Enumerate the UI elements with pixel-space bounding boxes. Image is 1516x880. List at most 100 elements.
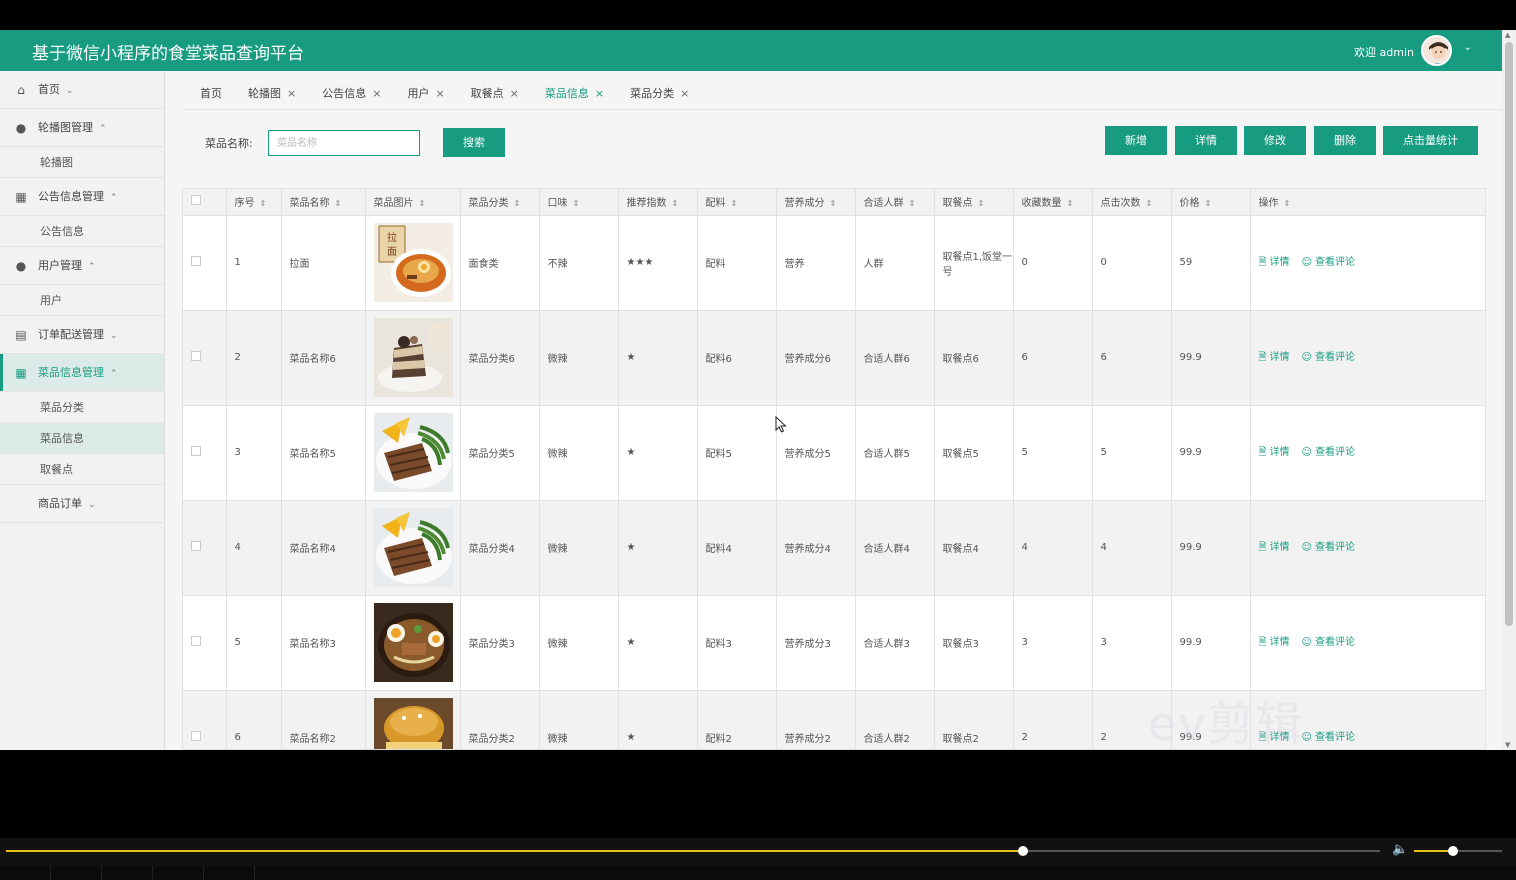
sidebar-subitem-dish-info[interactable]: 菜品信息 bbox=[0, 423, 164, 454]
row-comments-link[interactable]: ☺ 查看评论 bbox=[1302, 257, 1355, 268]
column-header[interactable]: 配料 ⇕ bbox=[697, 189, 777, 216]
dish-thumbnail[interactable] bbox=[373, 413, 460, 492]
dish-thumbnail[interactable] bbox=[373, 508, 460, 587]
delete-button[interactable]: 删除 bbox=[1314, 126, 1376, 155]
column-header[interactable]: 菜品分类 ⇕ bbox=[460, 189, 540, 216]
row-select-cell[interactable] bbox=[183, 690, 227, 749]
row-comments-link[interactable]: ☺ 查看评论 bbox=[1302, 637, 1355, 648]
table-row[interactable]: 3 菜品名称5 菜品分类5 微辣 ★ 配料5 营养成分5 合适人群5 取餐点5 5 5 99.9 🗎 详情… bbox=[183, 405, 1485, 501]
row-select-cell[interactable] bbox=[183, 310, 227, 406]
sidebar-item-delivery-mgmt[interactable]: ▤ 订单配送管理 ⌄ bbox=[0, 316, 164, 354]
tab-pickup[interactable]: 取餐点 × bbox=[453, 81, 527, 107]
row-checkbox[interactable] bbox=[191, 541, 201, 551]
close-icon[interactable]: × bbox=[595, 81, 604, 107]
dish-thumbnail[interactable]: 拉面 bbox=[373, 223, 460, 302]
sort-icon[interactable]: ⇕ bbox=[573, 199, 580, 208]
sidebar-subitem-dish-category[interactable]: 菜品分类 bbox=[0, 392, 164, 423]
sort-icon[interactable]: ⇕ bbox=[978, 199, 985, 208]
column-header[interactable]: 取餐点 ⇕ bbox=[934, 189, 1014, 216]
column-header[interactable]: 操作 ⇕ bbox=[1250, 189, 1485, 216]
table-row[interactable]: 5 菜品名称3 菜品分类3 微辣 ★ 配料3 营养成分3 合适人群3 取餐点3 3 3 99.9 🗎 详情… bbox=[183, 595, 1485, 691]
tab-dish-category[interactable]: 菜品分类 × bbox=[612, 81, 697, 107]
row-checkbox[interactable] bbox=[191, 351, 201, 361]
volume-icon[interactable]: 🔈 bbox=[1392, 842, 1408, 857]
column-header[interactable]: 收藏数量 ⇕ bbox=[1013, 189, 1093, 216]
table-row[interactable]: 4 菜品名称4 菜品分类4 微辣 ★ 配料4 营养成分4 合适人群4 取餐点4 4 4 99.9 🗎 详情… bbox=[183, 500, 1485, 596]
row-comments-link[interactable]: ☺ 查看评论 bbox=[1302, 447, 1355, 458]
sort-icon[interactable]: ⇕ bbox=[419, 199, 426, 208]
row-comments-link[interactable]: ☺ 查看评论 bbox=[1302, 542, 1355, 553]
table-row[interactable]: 2 菜品名称6 菜品分类6 微辣 ★ 配料6 营养成分6 合适人群6 取餐点6 6 6 99.9 🗎 详情… bbox=[183, 310, 1485, 406]
sidebar-subitem-notice[interactable]: 公告信息 bbox=[0, 216, 164, 247]
sort-icon[interactable]: ⇕ bbox=[260, 199, 267, 208]
row-detail-link[interactable]: 🗎 详情 bbox=[1259, 352, 1290, 363]
dish-thumbnail[interactable] bbox=[373, 603, 460, 682]
column-header[interactable]: 营养成分 ⇕ bbox=[776, 189, 856, 216]
tab-carousel[interactable]: 轮播图 × bbox=[230, 81, 304, 107]
sidebar-item-user-mgmt[interactable]: ● 用户管理 ⌃ bbox=[0, 247, 164, 285]
sort-icon[interactable]: ⇕ bbox=[1067, 199, 1074, 208]
sidebar-item-dish-mgmt[interactable]: ▦ 菜品信息管理 ⌃ bbox=[0, 354, 164, 392]
sidebar-item-notice-mgmt[interactable]: ▦ 公告信息管理 ⌃ bbox=[0, 178, 164, 216]
row-select-cell[interactable] bbox=[183, 215, 227, 311]
progress-handle[interactable] bbox=[1017, 846, 1028, 856]
scroll-up-icon[interactable]: ▲ bbox=[1505, 31, 1510, 39]
sort-icon[interactable]: ⇕ bbox=[672, 199, 679, 208]
tab-home[interactable]: 首页 bbox=[182, 81, 230, 107]
row-select-cell[interactable] bbox=[183, 405, 227, 501]
sort-icon[interactable]: ⇕ bbox=[909, 199, 916, 208]
sort-icon[interactable]: ⇕ bbox=[830, 199, 837, 208]
column-header[interactable]: 点击次数 ⇕ bbox=[1092, 189, 1172, 216]
edit-button[interactable]: 修改 bbox=[1244, 126, 1306, 155]
row-comments-link[interactable]: ☺ 查看评论 bbox=[1302, 732, 1355, 743]
column-header[interactable]: 菜品名称 ⇕ bbox=[281, 189, 366, 216]
row-detail-link[interactable]: 🗎 详情 bbox=[1259, 542, 1290, 553]
sort-icon[interactable]: ⇕ bbox=[731, 199, 738, 208]
column-header[interactable]: 菜品图片 ⇕ bbox=[365, 189, 461, 216]
sort-icon[interactable]: ⇕ bbox=[1205, 199, 1212, 208]
column-header[interactable]: 价格 ⇕ bbox=[1171, 189, 1251, 216]
progress-bar[interactable] bbox=[6, 846, 1380, 856]
close-icon[interactable]: × bbox=[510, 81, 519, 107]
click-stats-button[interactable]: 点击量统计 bbox=[1383, 126, 1478, 155]
table-row[interactable]: 1 拉面拉面面食类 不辣 ★★★ 配料 营养 人群 取餐点1,饭堂一号 0 0 59 🗎 详情 ☺ 查看评论 bbox=[183, 215, 1485, 311]
sidebar-item-home[interactable]: ⌂ 首页 ⌄ bbox=[0, 71, 164, 109]
select-all-checkbox[interactable] bbox=[191, 195, 201, 206]
column-header[interactable]: 序号 ⇕ bbox=[226, 189, 282, 216]
chevron-down-icon[interactable]: ⌄ bbox=[1464, 42, 1472, 53]
row-select-cell[interactable] bbox=[183, 500, 227, 596]
sort-icon[interactable]: ⇕ bbox=[514, 199, 521, 208]
close-icon[interactable]: × bbox=[680, 81, 689, 107]
row-checkbox[interactable] bbox=[191, 636, 201, 646]
sidebar-subitem-carousel[interactable]: 轮播图 bbox=[0, 147, 164, 178]
sort-icon[interactable]: ⇕ bbox=[1146, 199, 1153, 208]
row-detail-link[interactable]: 🗎 详情 bbox=[1259, 637, 1290, 648]
close-icon[interactable]: × bbox=[287, 81, 296, 107]
close-icon[interactable]: × bbox=[372, 81, 381, 107]
sidebar-subitem-pickup[interactable]: 取餐点 bbox=[0, 454, 164, 485]
scrollbar-thumb[interactable] bbox=[1505, 42, 1513, 626]
row-select-cell[interactable] bbox=[183, 595, 227, 691]
sidebar-item-carousel-mgmt[interactable]: ● 轮播图管理 ⌃ bbox=[0, 109, 164, 147]
add-button[interactable]: 新增 bbox=[1105, 126, 1167, 155]
sidebar-subitem-user[interactable]: 用户 bbox=[0, 285, 164, 316]
sort-icon[interactable]: ⇕ bbox=[1284, 199, 1291, 208]
page-scrollbar[interactable]: ▲ ▼ bbox=[1502, 30, 1516, 750]
tab-notice[interactable]: 公告信息 × bbox=[304, 81, 389, 107]
user-avatar[interactable] bbox=[1421, 35, 1452, 66]
search-button[interactable]: 搜索 bbox=[443, 128, 505, 157]
detail-button[interactable]: 详情 bbox=[1175, 126, 1237, 155]
close-icon[interactable]: × bbox=[435, 81, 444, 107]
row-detail-link[interactable]: 🗎 详情 bbox=[1259, 257, 1290, 268]
volume-slider[interactable] bbox=[1414, 846, 1502, 856]
row-checkbox[interactable] bbox=[191, 256, 201, 266]
column-header[interactable]: 口味 ⇕ bbox=[539, 189, 619, 216]
column-header[interactable]: 合适人群 ⇕ bbox=[855, 189, 935, 216]
dish-thumbnail[interactable] bbox=[373, 318, 460, 397]
row-comments-link[interactable]: ☺ 查看评论 bbox=[1302, 352, 1355, 363]
dish-thumbnail[interactable] bbox=[373, 698, 460, 749]
sort-icon[interactable]: ⇕ bbox=[335, 199, 342, 208]
search-input[interactable] bbox=[268, 130, 420, 156]
row-checkbox[interactable] bbox=[191, 446, 201, 456]
scroll-down-icon[interactable]: ▼ bbox=[1505, 741, 1510, 749]
